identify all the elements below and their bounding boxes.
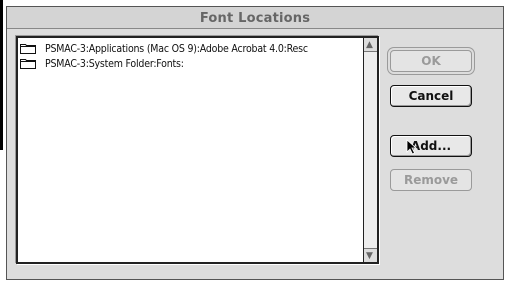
up-arrow-icon: ▲ xyxy=(366,40,373,50)
scroll-down-button[interactable]: ▼ xyxy=(364,248,377,262)
ok-button[interactable]: OK xyxy=(390,50,472,72)
font-locations-dialog: Font Locations PSMAC-3:Applications (Mac… xyxy=(6,6,504,280)
list-item[interactable]: PSMAC-3:Applications (Mac OS 9):Adobe Ac… xyxy=(20,42,365,57)
add-button[interactable]: Add... xyxy=(390,135,472,157)
remove-button-label: Remove xyxy=(403,173,459,187)
location-rows: PSMAC-3:Applications (Mac OS 9):Adobe Ac… xyxy=(20,42,365,72)
location-path: PSMAC-3:Applications (Mac OS 9):Adobe Ac… xyxy=(45,43,308,55)
location-path: PSMAC-3:System Folder:Fonts: xyxy=(45,58,184,70)
down-arrow-icon: ▼ xyxy=(366,251,373,261)
list-item[interactable]: PSMAC-3:System Folder:Fonts: xyxy=(20,57,365,72)
mouse-pointer-icon xyxy=(406,139,418,155)
dialog-title: Font Locations xyxy=(199,11,311,26)
scroll-up-button[interactable]: ▲ xyxy=(364,38,377,52)
remove-button[interactable]: Remove xyxy=(390,169,472,191)
title-bar[interactable]: Font Locations xyxy=(7,7,503,29)
folder-icon xyxy=(20,43,36,54)
folder-icon xyxy=(20,58,36,69)
ok-button-label: OK xyxy=(421,54,441,68)
cancel-button[interactable]: Cancel xyxy=(390,85,472,107)
background-edge xyxy=(0,0,3,150)
font-locations-list[interactable]: PSMAC-3:Applications (Mac OS 9):Adobe Ac… xyxy=(16,36,379,264)
cancel-button-label: Cancel xyxy=(408,89,454,103)
vertical-scrollbar[interactable]: ▲ ▼ xyxy=(363,38,377,262)
